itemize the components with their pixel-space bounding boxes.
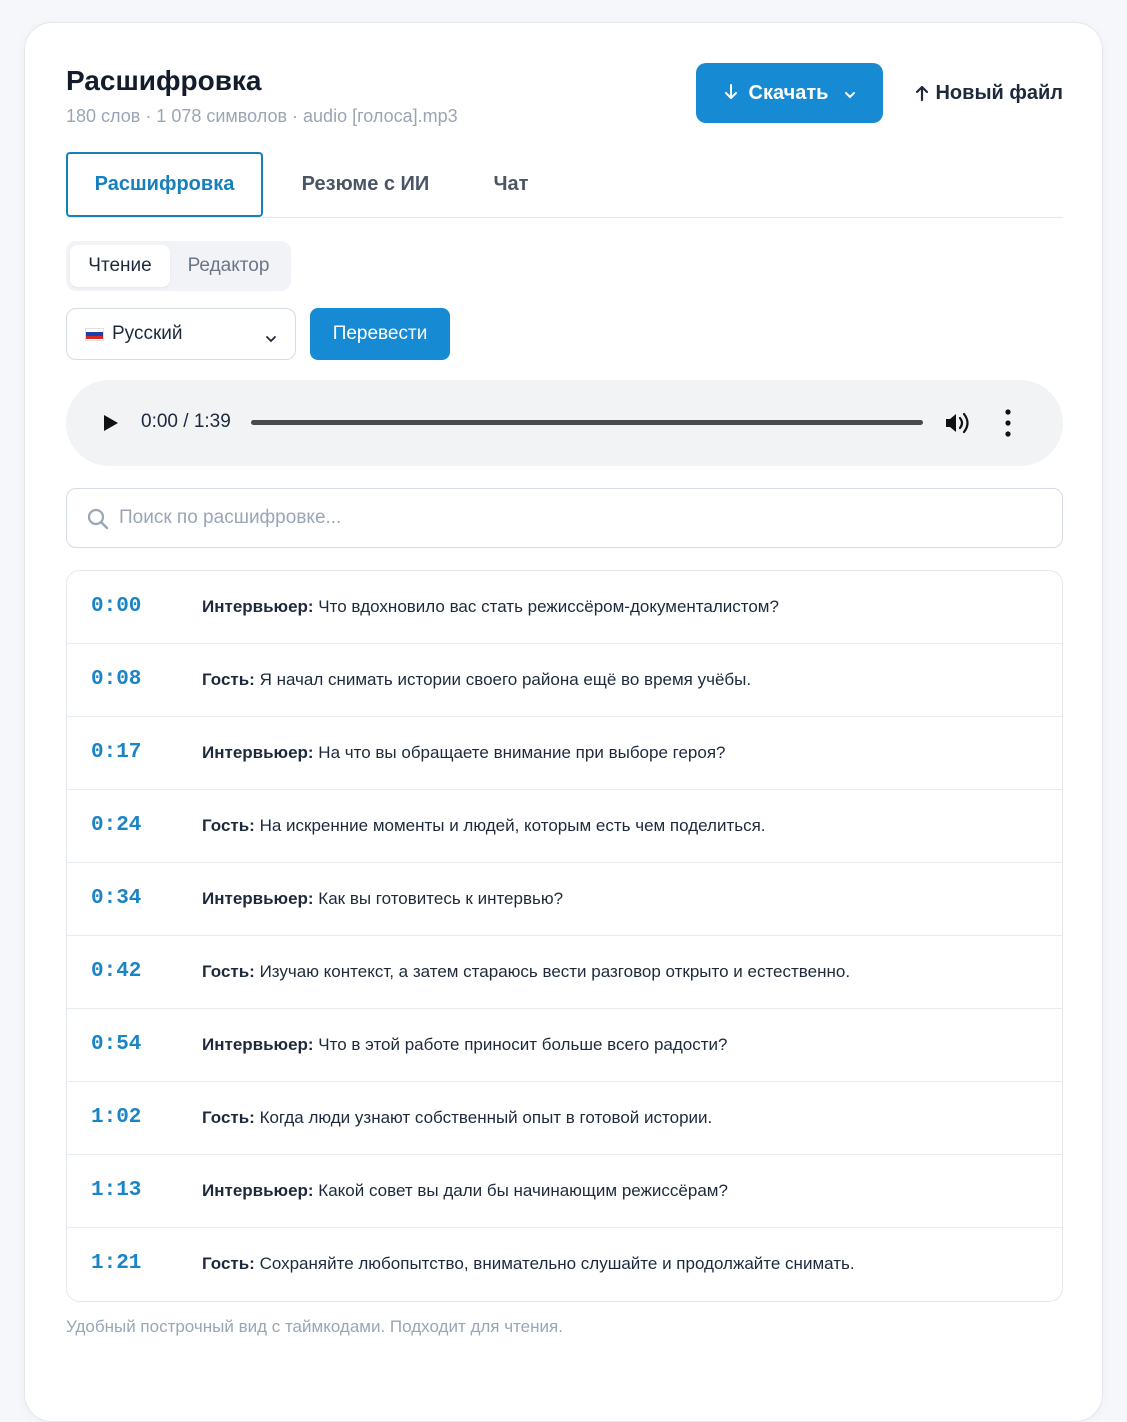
speaker-name: Интервьюер:: [202, 743, 314, 762]
transcript-row: 0:08 Гость: Я начал снимать истории свое…: [67, 644, 1062, 717]
transcript-card: Расшифровка 180 слов · 1 078 символов · …: [24, 22, 1103, 1422]
speaker-name: Гость:: [202, 670, 255, 689]
utterance-text: Я начал снимать истории своего района ещ…: [254, 670, 752, 689]
transcript-list: 0:00 Интервьюер: Что вдохновило вас стат…: [66, 570, 1063, 1302]
utterance-text: Что в этой работе приносит больше всего …: [313, 1035, 728, 1054]
search-icon: [87, 508, 109, 530]
footer-note: Удобный построчный вид с таймкодами. Под…: [66, 1317, 563, 1336]
new-file-label: Новый файл: [935, 81, 1063, 104]
transcript-line: Гость: Когда люди узнают собственный опы…: [202, 1108, 712, 1128]
utterance-text: На искренние моменты и людей, которым ес…: [254, 816, 766, 835]
arrow-up-icon: [916, 85, 929, 102]
download-icon: [724, 84, 737, 99]
more-options-icon[interactable]: [1003, 408, 1013, 438]
view-mode-toggle: Чтение Редактор: [66, 241, 291, 291]
timestamp-link[interactable]: 1:13: [91, 1179, 141, 1202]
speaker-name: Гость:: [202, 816, 255, 835]
reading-mode-button[interactable]: Чтение: [70, 245, 170, 287]
transcript-row: 0:00 Интервьюер: Что вдохновило вас стат…: [67, 571, 1062, 644]
speaker-name: Интервьюер:: [202, 889, 314, 908]
transcript-line: Гость: На искренние моменты и людей, кот…: [202, 816, 766, 836]
transcript-row: 0:54 Интервьюер: Что в этой работе прино…: [67, 1009, 1062, 1082]
chevron-down-icon: [266, 336, 276, 343]
utterance-text: На что вы обращаете внимание при выборе …: [313, 743, 726, 762]
utterance-text: Что вдохновило вас стать режиссёром-доку…: [313, 597, 779, 616]
transcript-line: Интервьюер: Что вдохновило вас стать реж…: [202, 597, 779, 617]
tab-chat[interactable]: Чат: [471, 152, 551, 217]
language-selected: Русский: [112, 323, 183, 344]
transcript-line: Гость: Изучаю контекст, а затем стараюсь…: [202, 962, 850, 982]
transcript-line: Интервьюер: Что в этой работе приносит б…: [202, 1035, 727, 1055]
utterance-text: Сохраняйте любопытство, внимательно слуш…: [254, 1254, 855, 1273]
utterance-text: Какой совет вы дали бы начинающим режисс…: [313, 1181, 728, 1200]
page-title: Расшифровка: [66, 65, 262, 96]
download-button[interactable]: Скачать: [696, 63, 883, 123]
timestamp-link[interactable]: 1:21: [91, 1252, 141, 1275]
speaker-name: Интервьюер:: [202, 597, 314, 616]
utterance-text: Когда люди узнают собственный опыт в гот…: [254, 1108, 713, 1127]
transcript-row: 1:13 Интервьюер: Какой совет вы дали бы …: [67, 1155, 1062, 1228]
audio-player: 0:00 / 1:39: [66, 380, 1063, 466]
transcript-row: 1:21 Гость: Сохраняйте любопытство, вним…: [67, 1228, 1062, 1301]
search-bar: [66, 488, 1063, 548]
search-input[interactable]: [119, 489, 1039, 547]
timestamp-link[interactable]: 0:17: [91, 741, 141, 764]
tab-transcript[interactable]: Расшифровка: [66, 152, 263, 217]
transcript-line: Гость: Сохраняйте любопытство, вниматель…: [202, 1254, 855, 1274]
download-label: Скачать: [748, 81, 829, 104]
playback-time: 0:00 / 1:39: [141, 411, 231, 432]
new-file-button[interactable]: Новый файл: [915, 63, 1063, 123]
timestamp-link[interactable]: 0:42: [91, 960, 141, 983]
transcript-row: 0:42 Гость: Изучаю контекст, а затем ста…: [67, 936, 1062, 1009]
volume-icon[interactable]: [944, 410, 974, 436]
translate-button[interactable]: Перевести: [310, 308, 450, 360]
utterance-text: Изучаю контекст, а затем стараюсь вести …: [254, 962, 851, 981]
language-select[interactable]: Русский: [66, 308, 296, 360]
transcript-row: 0:17 Интервьюер: На что вы обращаете вни…: [67, 717, 1062, 790]
speaker-name: Интервьюер:: [202, 1035, 314, 1054]
timestamp-link[interactable]: 0:34: [91, 887, 141, 910]
timestamp-link[interactable]: 0:08: [91, 668, 141, 691]
transcript-line: Гость: Я начал снимать истории своего ра…: [202, 670, 751, 690]
file-stats: 180 слов · 1 078 символов · audio [голос…: [66, 106, 458, 126]
transcript-line: Интервьюер: Как вы готовитесь к интервью…: [202, 889, 563, 909]
speaker-name: Интервьюер:: [202, 1181, 314, 1200]
transcript-row: 1:02 Гость: Когда люди узнают собственны…: [67, 1082, 1062, 1155]
editor-mode-button[interactable]: Редактор: [170, 245, 287, 287]
timestamp-link[interactable]: 0:54: [91, 1033, 141, 1056]
transcript-line: Интервьюер: На что вы обращаете внимание…: [202, 743, 726, 763]
transcript-line: Интервьюер: Какой совет вы дали бы начин…: [202, 1181, 728, 1201]
utterance-text: Как вы готовитесь к интервью?: [313, 889, 564, 908]
speaker-name: Гость:: [202, 1108, 255, 1127]
chevron-down-icon: [845, 92, 856, 99]
timestamp-link[interactable]: 1:02: [91, 1106, 141, 1129]
progress-slider[interactable]: [251, 420, 923, 425]
timestamp-link[interactable]: 0:00: [91, 595, 141, 618]
transcript-row: 0:24 Гость: На искренние моменты и людей…: [67, 790, 1062, 863]
russia-flag-icon: [85, 327, 104, 341]
tab-ai-summary[interactable]: Резюме с ИИ: [278, 152, 453, 217]
speaker-name: Гость:: [202, 1254, 255, 1273]
transcript-row: 0:34 Интервьюер: Как вы готовитесь к инт…: [67, 863, 1062, 936]
tab-bar: Расшифровка Резюме с ИИ Чат: [66, 152, 1063, 218]
speaker-name: Гость:: [202, 962, 255, 981]
timestamp-link[interactable]: 0:24: [91, 814, 141, 837]
header: Расшифровка 180 слов · 1 078 символов · …: [66, 63, 1063, 133]
play-icon[interactable]: [102, 414, 120, 432]
